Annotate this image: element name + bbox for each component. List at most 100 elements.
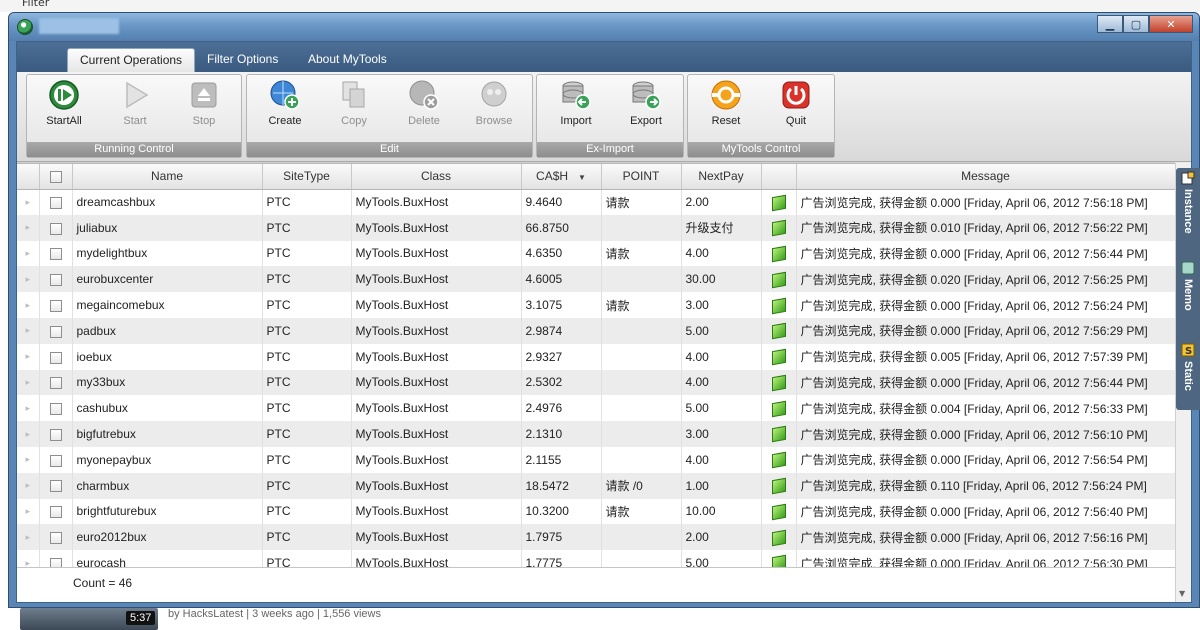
- row-checkbox[interactable]: [49, 377, 62, 390]
- title-bar[interactable]: ▁ ▢ ✕: [9, 13, 1199, 41]
- row-checkbox[interactable]: [49, 428, 62, 441]
- app-icon[interactable]: [17, 19, 33, 35]
- row-checkbox[interactable]: [49, 248, 62, 261]
- dock-memo[interactable]: Memo: [1176, 258, 1200, 311]
- row-checkbox[interactable]: [49, 480, 62, 493]
- row-header[interactable]: ▸: [17, 446, 40, 473]
- cell-point: [601, 369, 682, 396]
- row-checkbox[interactable]: [49, 299, 62, 312]
- table-row[interactable]: ▸ bigfutrebux PTC MyTools.BuxHost 2.1310 3.00…: [17, 421, 1175, 447]
- row-checkbox[interactable]: [49, 351, 62, 364]
- column-header-status[interactable]: [761, 164, 797, 190]
- row-checkbox[interactable]: [49, 532, 62, 545]
- copy-button[interactable]: Copy: [325, 77, 383, 131]
- close-button[interactable]: ✕: [1149, 15, 1193, 33]
- cell-message: 广告浏览完成, 获得金额 0.000 [Friday, April 06, 20…: [796, 524, 1175, 551]
- row-header[interactable]: ▸: [17, 266, 40, 293]
- start-label: Start: [123, 115, 147, 127]
- column-header-class[interactable]: Class: [351, 164, 522, 190]
- cell-name: euro2012bux: [72, 524, 263, 551]
- browse-button[interactable]: Browse: [465, 77, 523, 131]
- create-button[interactable]: Create: [256, 77, 314, 131]
- cell-nextpay: 4.00: [681, 369, 762, 396]
- row-header[interactable]: ▸: [17, 369, 40, 396]
- row-header[interactable]: ▸: [17, 343, 40, 370]
- row-checkbox[interactable]: [49, 222, 62, 235]
- row-checkbox[interactable]: [49, 274, 62, 287]
- cell-point: [601, 317, 682, 344]
- table-row[interactable]: ▸ mydelightbux PTC MyTools.BuxHost 4.6350 请款 4…: [17, 240, 1175, 267]
- row-checkbox[interactable]: [49, 557, 62, 567]
- video-meta: by HacksLatest | 3 weeks ago | 1,556 vie…: [168, 608, 381, 620]
- tab-about-mytools[interactable]: About MyTools: [296, 48, 399, 72]
- row-checkbox[interactable]: [49, 196, 62, 209]
- tab-filter-options[interactable]: Filter Options: [195, 48, 290, 72]
- row-header[interactable]: ▸: [17, 421, 40, 447]
- select-all-checkbox[interactable]: [49, 171, 62, 184]
- row-checkbox[interactable]: [49, 403, 62, 416]
- ribbon-tabs: Current Operations Filter Options About …: [17, 42, 1191, 72]
- table-row[interactable]: ▸ ioebux PTC MyTools.BuxHost 2.9327 4.00 广告浏览完…: [17, 343, 1175, 370]
- column-header-cash[interactable]: CA$H ▼: [521, 164, 602, 190]
- group-running-control: StartAll Start Stop Running Control: [26, 74, 242, 158]
- desktop-menu-filter[interactable]: Filter: [22, 0, 49, 9]
- table-row[interactable]: ▸ juliabux PTC MyTools.BuxHost 66.8750 升级支付 广告…: [17, 214, 1175, 241]
- table-row[interactable]: ▸ myonepaybux PTC MyTools.BuxHost 2.1155 4.00…: [17, 446, 1175, 473]
- row-checkbox[interactable]: [49, 454, 62, 467]
- row-checkbox[interactable]: [49, 506, 62, 519]
- globe-add-icon: [270, 80, 300, 110]
- table-row[interactable]: ▸ my33bux PTC MyTools.BuxHost 2.5302 4.00 广告浏览…: [17, 369, 1175, 396]
- dock-instance[interactable]: Instance: [1176, 168, 1200, 234]
- table-row[interactable]: ▸ charmbux PTC MyTools.BuxHost 18.5472 请款 /0 1…: [17, 472, 1175, 499]
- reset-label: Reset: [711, 115, 741, 127]
- startall-button[interactable]: StartAll: [35, 77, 93, 131]
- cell-class: MyTools.BuxHost: [351, 446, 522, 473]
- row-header[interactable]: ▸: [17, 292, 40, 318]
- table-row[interactable]: ▸ eurocash PTC MyTools.BuxHost 1.7775 5.00 广告浏…: [17, 550, 1175, 567]
- table-row[interactable]: ▸ dreamcashbux PTC MyTools.BuxHost 9.4640 请款 2…: [17, 189, 1175, 215]
- column-header-message[interactable]: Message: [796, 164, 1175, 190]
- start-button[interactable]: Start: [106, 77, 164, 131]
- group-label-mytools-control: MyTools Control: [688, 142, 834, 157]
- row-header[interactable]: ▸: [17, 317, 40, 344]
- cell-cash: 2.4976: [521, 395, 602, 422]
- row-header[interactable]: ▸: [17, 472, 40, 499]
- column-header-nextpay[interactable]: NextPay: [681, 164, 762, 190]
- maximize-button[interactable]: ▢: [1123, 15, 1149, 33]
- stop-button[interactable]: Stop: [175, 77, 233, 131]
- import-button[interactable]: Import: [547, 77, 605, 131]
- column-header-sitetype[interactable]: SiteType: [262, 164, 352, 190]
- row-header[interactable]: ▸: [17, 550, 40, 567]
- minimize-button[interactable]: ▁: [1097, 15, 1123, 33]
- table-row[interactable]: ▸ padbux PTC MyTools.BuxHost 2.9874 5.00 广告浏览完…: [17, 317, 1175, 344]
- cell-cash: 2.5302: [521, 369, 602, 396]
- row-header[interactable]: ▸: [17, 189, 40, 215]
- dock-static[interactable]: S Static: [1176, 340, 1200, 391]
- row-header[interactable]: ▸: [17, 395, 40, 422]
- quit-button[interactable]: Quit: [767, 77, 825, 131]
- row-checkbox[interactable]: [49, 325, 62, 338]
- cell-name: cashubux: [72, 395, 263, 422]
- export-button[interactable]: Export: [617, 77, 675, 131]
- table-row[interactable]: ▸ brightfuturebux PTC MyTools.BuxHost 10.320…: [17, 498, 1175, 525]
- column-header-point[interactable]: POINT: [601, 164, 682, 190]
- table-row[interactable]: ▸ megaincomebux PTC MyTools.BuxHost 3.1075 请款…: [17, 292, 1175, 318]
- row-header[interactable]: ▸: [17, 498, 40, 525]
- column-header-name[interactable]: Name: [72, 164, 263, 190]
- delete-button[interactable]: Delete: [395, 77, 453, 131]
- reset-button[interactable]: Reset: [697, 77, 755, 131]
- row-header[interactable]: ▸: [17, 524, 40, 551]
- cell-cash: 9.4640: [521, 189, 602, 215]
- row-header[interactable]: ▸: [17, 214, 40, 241]
- cell-class: MyTools.BuxHost: [351, 369, 522, 396]
- row-header[interactable]: ▸: [17, 240, 40, 267]
- scroll-down-icon[interactable]: ▼: [1179, 589, 1185, 598]
- cell-message: 广告浏览完成, 获得金额 0.004 [Friday, April 06, 20…: [796, 395, 1175, 422]
- cell-name: brightfuturebux: [72, 498, 263, 525]
- cell-message: 广告浏览完成, 获得金额 0.020 [Friday, April 06, 20…: [796, 266, 1175, 293]
- table-row[interactable]: ▸ eurobuxcenter PTC MyTools.BuxHost 4.6005 30…: [17, 266, 1175, 293]
- tab-current-operations[interactable]: Current Operations: [67, 48, 196, 72]
- table-row[interactable]: ▸ cashubux PTC MyTools.BuxHost 2.4976 5.00 广告浏…: [17, 395, 1175, 422]
- cell-message: 广告浏览完成, 获得金额 0.010 [Friday, April 06, 20…: [796, 214, 1175, 241]
- table-row[interactable]: ▸ euro2012bux PTC MyTools.BuxHost 1.7975 2.00…: [17, 524, 1175, 551]
